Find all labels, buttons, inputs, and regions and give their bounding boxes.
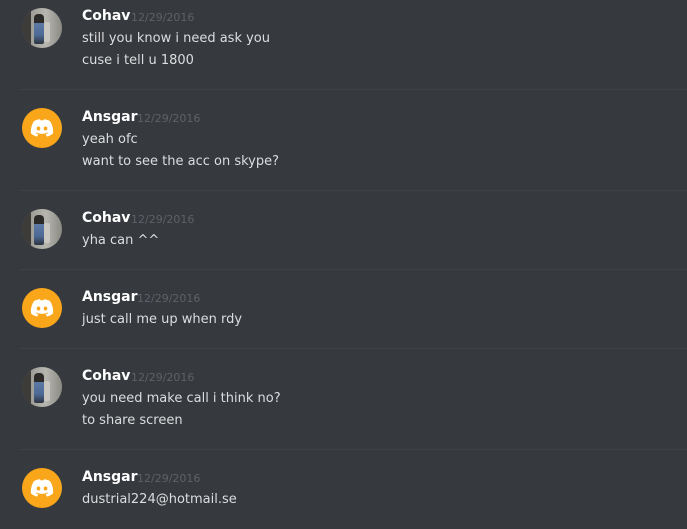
discord-logo-icon [30,299,54,317]
avatar[interactable] [22,8,62,48]
avatar[interactable] [22,367,62,407]
username[interactable]: Ansgar [82,109,138,125]
timestamp: 12/29/2016 [131,371,195,384]
timestamp: 12/29/2016 [137,112,201,125]
username[interactable]: Ansgar [82,469,138,485]
discord-logo-icon [30,119,54,137]
timestamp: 12/29/2016 [131,11,195,24]
timestamp: 12/29/2016 [137,292,201,305]
message-divider [20,269,687,270]
chat-messages: Cohav 12/29/2016 still you know i need a… [0,0,687,529]
username[interactable]: Cohav [82,8,130,24]
message-text: still you know i need ask you [82,31,270,46]
username[interactable]: Cohav [82,368,130,384]
message-divider [20,89,687,90]
discord-logo-icon [30,479,54,497]
message-text: you need make call i think no? [82,391,281,406]
username[interactable]: Cohav [82,210,130,226]
timestamp: 12/29/2016 [137,472,201,485]
timestamp: 12/29/2016 [131,213,195,226]
message-text: yha can ^^ [82,233,160,248]
avatar[interactable] [22,288,62,328]
message-text: want to see the acc on skype? [82,154,280,169]
message-text: to share screen [82,413,183,428]
avatar[interactable] [22,108,62,148]
message-text: yeah ofc [82,132,138,147]
message-text: dustrial224@hotmail.se [82,492,237,507]
message-divider [20,190,687,191]
avatar[interactable] [22,209,62,249]
avatar[interactable] [22,468,62,508]
message-divider [20,348,687,349]
message-text: cuse i tell u 1800 [82,53,194,68]
message-text: just call me up when rdy [82,312,243,327]
message-divider [20,449,687,450]
username[interactable]: Ansgar [82,289,138,305]
